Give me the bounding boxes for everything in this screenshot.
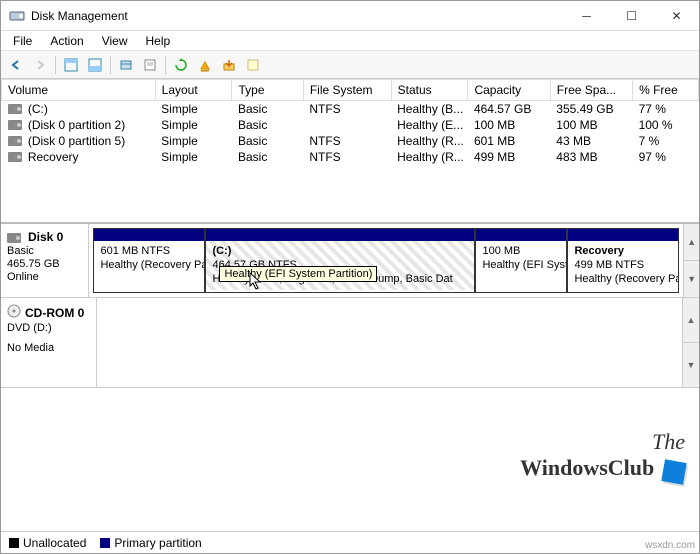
menu-view[interactable]: View	[94, 32, 136, 50]
watermark: The WindowsClub	[520, 429, 685, 483]
tooltip: Healthy (EFI System Partition)	[219, 266, 377, 282]
cdrom-sub2: No Media	[7, 342, 90, 354]
volume-icon	[8, 152, 22, 162]
col-type[interactable]: Type	[232, 80, 303, 101]
cdrom-row-scroll[interactable]: ▲▼	[682, 298, 699, 387]
menu-help[interactable]: Help	[138, 32, 179, 50]
partition-status: Healthy (EFI System Partition)	[482, 259, 560, 273]
volume-icon	[8, 120, 22, 130]
graphical-pane: Disk 0 Basic 465.75 GB Online 601 MB NTF…	[1, 224, 699, 531]
properties-icon[interactable]	[139, 54, 161, 76]
view-top-icon[interactable]	[60, 54, 82, 76]
partition-name: Recovery	[574, 245, 672, 259]
partition[interactable]: Recovery499 MB NTFSHealthy (Recovery Pa	[567, 228, 679, 293]
settings-icon[interactable]	[115, 54, 137, 76]
menu-file[interactable]: File	[5, 32, 40, 50]
col-file-system[interactable]: File System	[303, 80, 391, 101]
action-icon[interactable]	[218, 54, 240, 76]
partition-status: Healthy (Recovery Par	[100, 259, 198, 273]
volume-icon	[8, 104, 22, 114]
toolbar	[1, 51, 699, 79]
forward-button[interactable]	[29, 54, 51, 76]
partition-size: 100 MB	[482, 245, 560, 259]
col-volume[interactable]: Volume	[2, 80, 156, 101]
app-icon	[9, 8, 25, 24]
content: VolumeLayoutTypeFile SystemStatusCapacit…	[1, 79, 699, 553]
partition[interactable]: (C:)464.57 GB NTFSHealthy (Boot, Page Fi…	[205, 228, 475, 293]
separator	[165, 56, 166, 74]
partition-header	[476, 229, 566, 241]
volume-icon	[8, 136, 22, 146]
col-free-spa-[interactable]: Free Spa...	[550, 80, 632, 101]
col-layout[interactable]: Layout	[155, 80, 232, 101]
legend-blue-icon	[100, 538, 110, 548]
disk-0-status: Online	[7, 271, 82, 283]
scroll-up-icon[interactable]: ▲	[684, 224, 699, 261]
menu-action[interactable]: Action	[42, 32, 91, 50]
scroll-up-icon[interactable]: ▲	[683, 298, 699, 343]
cdrom-partition-area	[97, 298, 682, 387]
separator	[110, 56, 111, 74]
titlebar: Disk Management ─ ☐ ✕	[1, 1, 699, 31]
table-header-row: VolumeLayoutTypeFile SystemStatusCapacit…	[2, 80, 699, 101]
cdrom-name: CD-ROM 0	[25, 306, 84, 320]
cdrom-sub1: DVD (D:)	[7, 322, 90, 334]
minimize-button[interactable]: ─	[564, 1, 609, 30]
scroll-down-icon[interactable]: ▼	[683, 343, 699, 387]
help-icon[interactable]	[242, 54, 264, 76]
cdrom-row: CD-ROM 0 DVD (D:) No Media ▲▼	[1, 298, 699, 388]
partition[interactable]: 601 MB NTFSHealthy (Recovery Par	[93, 228, 205, 293]
partition-header	[568, 229, 678, 241]
legend-unallocated: Unallocated	[9, 536, 86, 550]
disk-0-label[interactable]: Disk 0 Basic 465.75 GB Online	[1, 224, 89, 297]
table-row[interactable]: (C:)SimpleBasicNTFSHealthy (B...464.57 G…	[2, 101, 699, 118]
table-row[interactable]: (Disk 0 partition 2)SimpleBasicHealthy (…	[2, 117, 699, 133]
partition-area: 601 MB NTFSHealthy (Recovery Par(C:)464.…	[89, 224, 683, 297]
maximize-button[interactable]: ☐	[609, 1, 654, 30]
legend: Unallocated Primary partition	[1, 531, 699, 553]
eject-icon[interactable]	[194, 54, 216, 76]
volume-list-pane: VolumeLayoutTypeFile SystemStatusCapacit…	[1, 79, 699, 224]
scroll-down-icon[interactable]: ▼	[684, 261, 699, 297]
legend-black-icon	[9, 538, 19, 548]
view-bottom-icon[interactable]	[84, 54, 106, 76]
refresh-icon[interactable]	[170, 54, 192, 76]
disk-0-size: 465.75 GB	[7, 258, 82, 270]
close-button[interactable]: ✕	[654, 1, 699, 30]
partition-header	[206, 229, 474, 241]
cdrom-label[interactable]: CD-ROM 0 DVD (D:) No Media	[1, 298, 97, 387]
watermark-logo-icon	[661, 459, 686, 484]
disk-row-scroll[interactable]: ▲▼	[683, 224, 699, 297]
menubar: File Action View Help	[1, 31, 699, 51]
partition-size: 499 MB NTFS	[574, 259, 672, 273]
disk-icon	[7, 233, 21, 243]
volume-table: VolumeLayoutTypeFile SystemStatusCapacit…	[1, 79, 699, 165]
window: Disk Management ─ ☐ ✕ File Action View H…	[0, 0, 700, 554]
separator	[55, 56, 56, 74]
watermark-line2: WindowsClub	[520, 455, 654, 480]
col-capacity[interactable]: Capacity	[468, 80, 550, 101]
window-buttons: ─ ☐ ✕	[564, 1, 699, 30]
partition-header	[94, 229, 204, 241]
partition[interactable]: 100 MBHealthy (EFI System Partition)	[475, 228, 567, 293]
window-title: Disk Management	[31, 9, 564, 23]
table-row[interactable]: (Disk 0 partition 5)SimpleBasicNTFSHealt…	[2, 133, 699, 149]
back-button[interactable]	[5, 54, 27, 76]
disk-row-0: Disk 0 Basic 465.75 GB Online 601 MB NTF…	[1, 224, 699, 298]
legend-primary: Primary partition	[100, 536, 201, 550]
col-status[interactable]: Status	[391, 80, 468, 101]
disk-0-type: Basic	[7, 245, 82, 257]
disk-0-name: Disk 0	[28, 230, 63, 244]
table-row[interactable]: RecoverySimpleBasicNTFSHealthy (R...499 …	[2, 149, 699, 165]
col--free[interactable]: % Free	[633, 80, 699, 101]
partition-status: Healthy (Recovery Pa	[574, 273, 672, 287]
watermark-line1: The	[652, 429, 685, 454]
partition-name: (C:)	[212, 245, 468, 259]
partition-size: 601 MB NTFS	[100, 245, 198, 259]
cdrom-icon	[7, 304, 21, 321]
